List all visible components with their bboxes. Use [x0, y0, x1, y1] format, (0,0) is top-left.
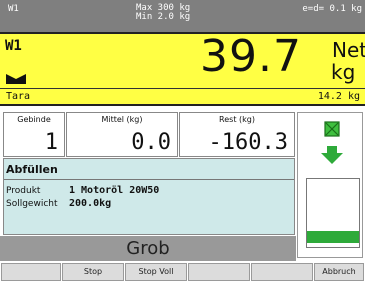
- tare-value: 14.2 kg: [317, 91, 360, 102]
- arrow-down-icon: [321, 146, 343, 168]
- phase-text: Grob: [126, 238, 170, 259]
- tare-label: Tara: [6, 91, 31, 102]
- fill-level-indicator: [307, 230, 359, 243]
- capacity-min: Min 2.0 kg: [136, 12, 191, 22]
- average-value: 0.0: [131, 130, 171, 155]
- container-count-box: Gebinde 1: [3, 112, 65, 157]
- weight-value: 39.7: [200, 31, 302, 82]
- net-indicator: Net: [332, 38, 365, 62]
- target-weight-value: 200.0kg: [69, 198, 112, 209]
- remaining-label: Rest (kg): [219, 115, 255, 124]
- remaining-box: Rest (kg) -160.3: [179, 112, 295, 157]
- softkey-4[interactable]: [188, 263, 250, 281]
- status-bar: W1 Max 300 kg Min 2.0 kg e=d= 0.1 kg: [0, 0, 365, 32]
- valve-open-icon: [324, 121, 340, 141]
- weight-unit: kg: [331, 60, 356, 84]
- target-weight-label: Sollgewicht: [6, 199, 58, 209]
- average-box: Mittel (kg) 0.0: [66, 112, 178, 157]
- zero-center-icon: [6, 69, 26, 88]
- weight-display: W1 39.7 Net kg: [0, 31, 365, 88]
- scale-division: e=d= 0.1 kg: [302, 4, 362, 14]
- container-count-label: Gebinde: [17, 115, 51, 124]
- softkey-1[interactable]: [1, 263, 61, 281]
- weight-scale-label: W1: [5, 38, 22, 54]
- container-count-value: 1: [44, 130, 58, 155]
- softkey-5[interactable]: [251, 263, 313, 281]
- phase-bar: Grob: [0, 236, 296, 261]
- product-value: 1 Motoröl 20W50: [69, 185, 160, 196]
- abort-button[interactable]: Abbruch: [314, 263, 364, 281]
- stop-button[interactable]: Stop: [62, 263, 124, 281]
- divider: [4, 179, 294, 180]
- remaining-value: -160.3: [208, 130, 288, 155]
- average-label: Mittel (kg): [101, 115, 143, 124]
- filling-info-panel: Abfüllen Produkt 1 Motoröl 20W50 Sollgew…: [3, 158, 295, 235]
- stop-full-button[interactable]: Stop Voll: [125, 263, 187, 281]
- softkey-bar: Stop Stop Voll Abbruch: [0, 263, 365, 282]
- tare-row: Tara 14.2 kg: [0, 88, 365, 106]
- filling-title: Abfüllen: [6, 163, 58, 176]
- scale-id: W1: [8, 4, 19, 14]
- product-label: Produkt: [6, 186, 41, 196]
- fill-level-bar: [306, 178, 360, 248]
